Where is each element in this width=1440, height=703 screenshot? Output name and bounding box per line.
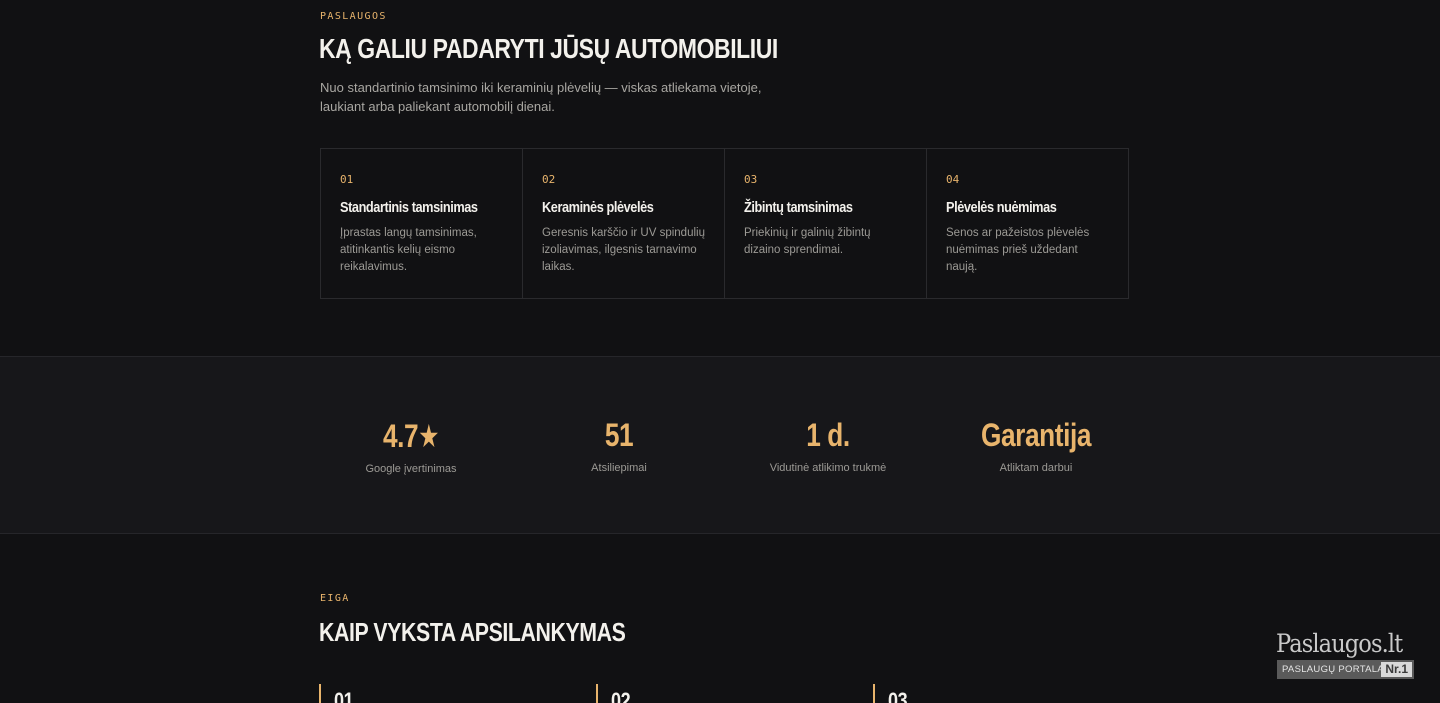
services-section: PASLAUGOS KĄ GALIU PADARYTI JŪSŲ AUTOMOB…: [0, 0, 1440, 356]
card-description: Priekinių ir galinių žibintų dizaino spr…: [744, 227, 871, 256]
services-lead: Nuo standartinio tamsinimo iki keraminių…: [320, 80, 762, 114]
service-card-film-removal: 04 Plėvelės nuėmimas Senos ar pažeistos …: [927, 149, 1128, 298]
stats-section: 4.7★ Google įvertinimas 51 Atsiliepimai …: [0, 356, 1440, 534]
card-description: Geresnis karščio ir UV spindulių izoliav…: [542, 227, 705, 273]
badge-brand-logo: Paslaugos.lt: [1276, 629, 1403, 658]
stat-duration: 1 d. Vidutinė atlikimo trukmė: [718, 417, 938, 474]
process-step: 02: [596, 684, 856, 703]
card-description: Įprastas langų tamsinimas, atitinkantis …: [340, 227, 477, 273]
card-description: Senos ar pažeistos plėvelės nuėmimas pri…: [946, 227, 1090, 273]
stat-value: 4.7★: [382, 418, 439, 454]
stat-label: Google įvertinimas: [365, 463, 457, 475]
card-number: 02: [542, 173, 556, 186]
process-title: KAIP VYKSTA APSILANKYMAS: [319, 617, 626, 647]
stat-label: Atliktam darbui: [999, 462, 1073, 474]
stat-warranty: Garantija Atliktam darbui: [926, 417, 1146, 474]
services-title: KĄ GALIU PADARYTI JŪSŲ AUTOMOBILIUI: [319, 33, 778, 64]
process-section: EIGA KAIP VYKSTA APSILANKYMAS 01 02 03: [0, 534, 1440, 703]
stat-label: Atsiliepimai: [591, 462, 647, 474]
card-title: Keraminės plėvelės: [542, 199, 654, 216]
card-number: 03: [744, 173, 758, 186]
process-step: 01: [319, 684, 579, 703]
stat-google-rating: 4.7★ Google įvertinimas: [301, 417, 521, 475]
badge-subtitle: PASLAUGŲ PORTALAS: [1282, 664, 1391, 675]
card-number: 04: [946, 173, 960, 186]
process-eyebrow: EIGA: [320, 593, 350, 604]
stat-label: Vidutinė atlikimo trukmė: [769, 462, 887, 474]
services-eyebrow: PASLAUGOS: [320, 11, 387, 22]
stat-value: 1 d.: [806, 417, 850, 453]
service-cards: 01 Standartinis tamsinimas Įprastas lang…: [320, 148, 1129, 299]
card-title: Standartinis tamsinimas: [340, 199, 478, 216]
badge-subtitle-bar: PASLAUGŲ PORTALAS Nr.1: [1277, 660, 1414, 679]
process-step: 03: [873, 684, 1133, 703]
step-number: 01: [334, 688, 354, 703]
paslaugos-badge-link[interactable]: Paslaugos.lt PASLAUGŲ PORTALAS Nr.1: [1276, 630, 1416, 680]
step-number: 02: [611, 688, 631, 703]
service-card-standard-tinting: 01 Standartinis tamsinimas Įprastas lang…: [321, 149, 523, 298]
card-title: Žibintų tamsinimas: [744, 199, 853, 216]
stat-reviews: 51 Atsiliepimai: [509, 417, 729, 474]
stat-value: Garantija: [980, 417, 1092, 453]
card-number: 01: [340, 173, 354, 186]
card-title: Plėvelės nuėmimas: [946, 199, 1057, 216]
service-card-light-tinting: 03 Žibintų tamsinimas Priekinių ir galin…: [725, 149, 927, 298]
stat-value: 51: [604, 417, 634, 453]
step-number: 03: [888, 688, 908, 703]
service-card-ceramic-film: 02 Keraminės plėvelės Geresnis karščio i…: [523, 149, 725, 298]
badge-rank: Nr.1: [1381, 662, 1412, 677]
